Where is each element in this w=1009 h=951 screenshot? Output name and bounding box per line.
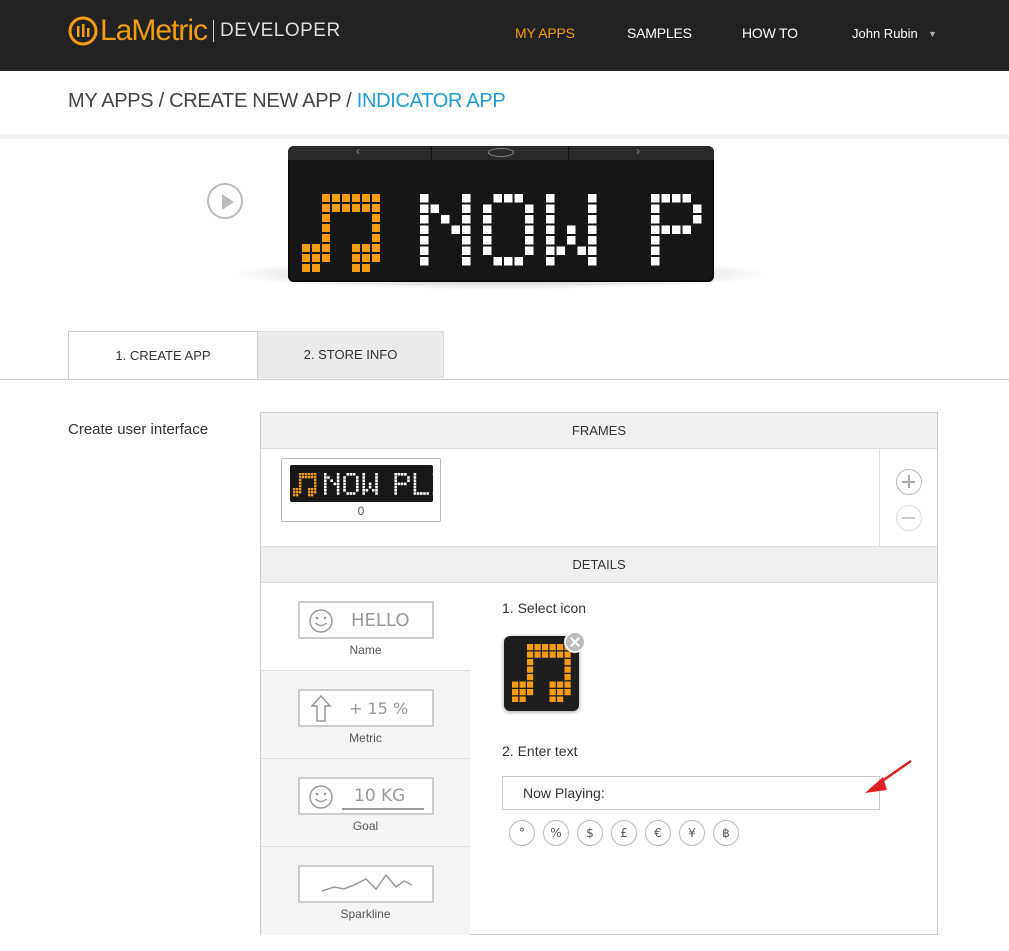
- device-preview: ‹ ›: [288, 144, 714, 282]
- remove-frame-icon[interactable]: [896, 505, 922, 531]
- tabs-divider: [0, 379, 1009, 380]
- details-heading: DETAILS: [261, 546, 937, 583]
- symbol-pound-button[interactable]: £: [611, 820, 637, 846]
- frame-text-input[interactable]: [502, 776, 880, 810]
- tab-store-info[interactable]: 2. STORE INFO: [258, 331, 444, 378]
- red-arrow-annotation: [865, 759, 912, 793]
- breadcrumb: MY APPS / CREATE NEW APP / INDICATOR APP: [68, 90, 506, 113]
- lametric-logo[interactable]: LaMetric DEVELOPER: [68, 14, 341, 48]
- breadcrumb-create-new-app[interactable]: CREATE NEW APP: [169, 90, 341, 112]
- widget-caption: Name: [349, 643, 382, 657]
- widget-goal[interactable]: 10 KG Goal: [261, 759, 470, 847]
- arrow-up-icon: [310, 694, 332, 722]
- center-button-icon: [488, 148, 514, 157]
- goal-underline: [342, 808, 424, 810]
- chevron-right-icon: ›: [636, 144, 640, 158]
- top-navbar: LaMetric DEVELOPER MY APPS SAMPLES HOW T…: [0, 0, 1009, 71]
- symbol-percent-button[interactable]: %: [543, 820, 569, 846]
- widget-caption: Sparkline: [340, 907, 391, 921]
- smiley-icon: [309, 609, 333, 633]
- symbol-euro-button[interactable]: €: [645, 820, 671, 846]
- widget-box-text: 10 KG: [354, 786, 406, 806]
- add-frame-icon[interactable]: [896, 469, 922, 495]
- frames-heading: FRAMES: [261, 413, 937, 449]
- symbol-dollar-button[interactable]: $: [577, 820, 603, 846]
- breadcrumb-current: INDICATOR APP: [356, 90, 506, 112]
- nav-samples[interactable]: SAMPLES: [627, 25, 692, 41]
- symbol-degree-button[interactable]: °: [509, 820, 535, 846]
- nav-my-apps[interactable]: MY APPS: [515, 25, 575, 41]
- widget-box-text: HELLO: [351, 610, 410, 631]
- frame-card[interactable]: 0: [281, 458, 442, 522]
- editor-panel: FRAMES 0 DETAILS HELLO Name + 15 % Metri…: [260, 412, 938, 935]
- remove-icon-button[interactable]: [564, 631, 586, 653]
- widget-type-list: HELLO Name + 15 % Metric 10 KG Goal Spar…: [261, 583, 470, 935]
- nav-how-to[interactable]: HOW TO: [742, 25, 798, 41]
- widget-caption: Goal: [352, 819, 379, 833]
- lametric-logo-icon: [68, 16, 98, 46]
- breadcrumb-separator: /: [153, 90, 170, 112]
- section-label: Create user interface: [68, 421, 209, 438]
- widget-box-text: + 15 %: [349, 699, 409, 718]
- music-note-icon: [512, 644, 571, 702]
- symbol-yen-button[interactable]: ¥: [679, 820, 705, 846]
- play-icon[interactable]: [207, 183, 243, 219]
- frame-index: 0: [357, 504, 365, 518]
- symbol-bitcoin-button[interactable]: ฿: [713, 820, 739, 846]
- caret-down-icon[interactable]: ▼: [928, 29, 937, 39]
- logo-text: LaMetric: [100, 14, 208, 47]
- select-icon-label: 1. Select icon: [502, 600, 587, 616]
- enter-text-label: 2. Enter text: [502, 743, 578, 759]
- chevron-left-icon: ‹: [356, 144, 360, 158]
- widget-sparkline[interactable]: Sparkline: [261, 847, 470, 935]
- breadcrumb-separator: /: [340, 90, 357, 112]
- widget-preview-box: + 15 %: [298, 689, 434, 727]
- device-top-buttons: ‹ ›: [288, 144, 714, 160]
- frame-thumbnail: [290, 465, 442, 502]
- user-menu[interactable]: John Rubin: [852, 26, 918, 41]
- widget-name[interactable]: HELLO Name: [261, 583, 470, 671]
- frames-controls: [879, 449, 937, 546]
- logo-divider: [213, 20, 215, 42]
- tab-create-app[interactable]: 1. CREATE APP: [68, 331, 258, 379]
- widget-metric[interactable]: + 15 % Metric: [261, 671, 470, 759]
- widget-preview-box: 10 KG: [298, 777, 434, 815]
- widget-caption: Metric: [349, 731, 382, 745]
- divider: [0, 134, 1009, 139]
- breadcrumb-my-apps[interactable]: MY APPS: [68, 90, 154, 112]
- smiley-icon: [309, 785, 333, 809]
- sparkline-icon: [321, 873, 413, 892]
- logo-subtitle: DEVELOPER: [220, 20, 341, 41]
- device-screen: [302, 194, 702, 272]
- widget-preview-box: HELLO: [298, 601, 434, 639]
- widget-preview-box: [298, 865, 434, 903]
